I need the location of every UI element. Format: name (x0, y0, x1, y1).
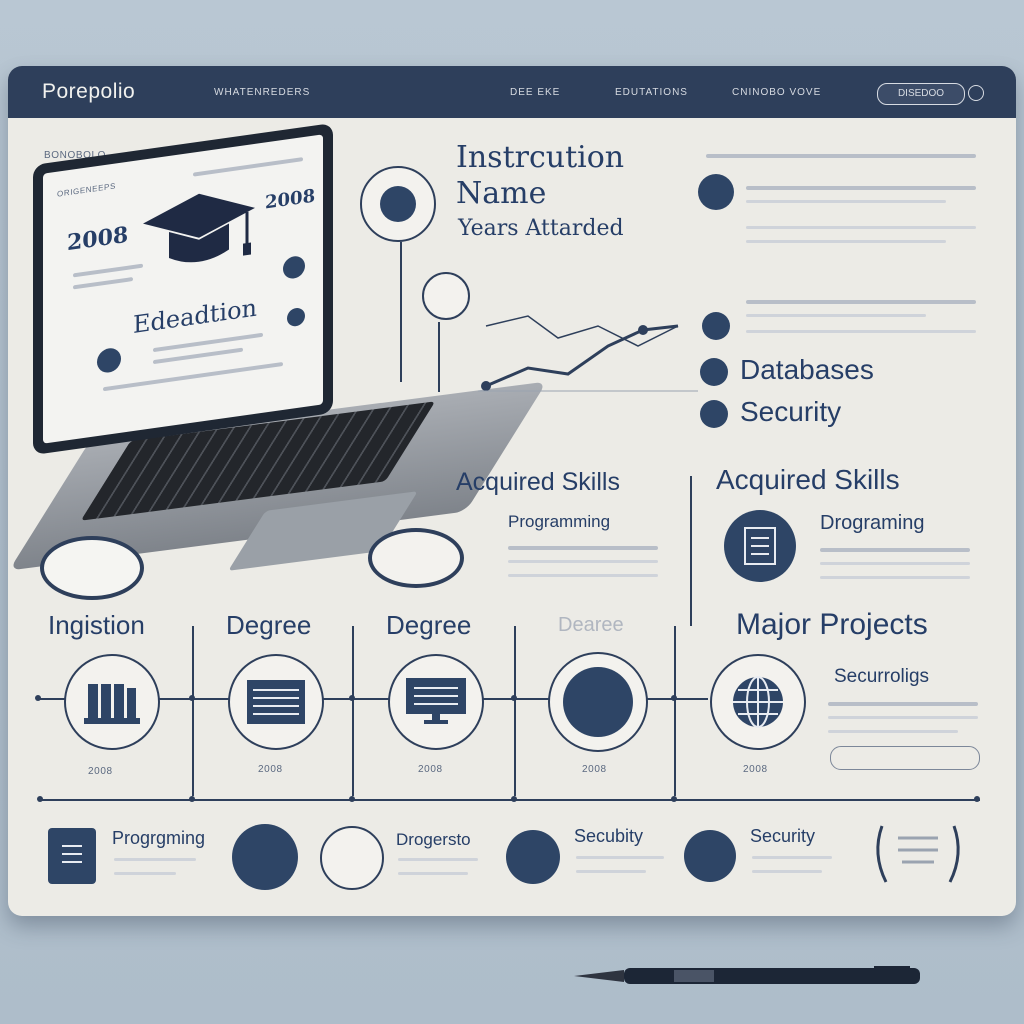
document-list-icon (228, 654, 324, 750)
laurel-wreath-icon (876, 825, 960, 883)
brand-logo[interactable]: Porepolio (42, 80, 135, 104)
screen-year-right: 2008 (265, 185, 316, 214)
notes-icon (48, 828, 96, 884)
seal-icon (548, 652, 648, 752)
screen-button-icon[interactable] (97, 346, 121, 375)
laptop-screen: ORIGENEEPS 2008 2008 Edeadtion (43, 134, 323, 444)
certificate-icon (232, 824, 298, 890)
screen-education-title: Edeadtion (133, 293, 257, 340)
small-node-icon (422, 272, 470, 320)
document-icon (724, 510, 796, 582)
institution-name-line1: Instrcution (456, 140, 625, 175)
bottom-item-1: Progrgming (112, 828, 206, 848)
list-icon (702, 312, 730, 340)
nav-item-1[interactable]: WHATENREDERS (214, 87, 310, 98)
progress-graph (478, 315, 698, 392)
skill-databases: Databases (740, 354, 874, 385)
shield-icon (700, 400, 728, 428)
major-projects-heading: Major Projects (736, 608, 928, 641)
timeline-label-3: Degree (386, 610, 472, 640)
books-icon (64, 654, 160, 750)
security-badge-icon (684, 830, 736, 882)
nav-item-4[interactable]: CNINOBO VOVE (732, 87, 821, 98)
timeline-caption-1: 2008 (88, 766, 113, 777)
clock-icon (40, 536, 144, 600)
pen-icon (574, 966, 920, 984)
acquired-skills-heading-left: Acquired Skills (456, 468, 620, 496)
timeline-label-2: Degree (226, 610, 312, 640)
institution-seal-icon (360, 166, 436, 242)
screen-year-left: 2008 (67, 221, 129, 257)
lock-icon (506, 830, 560, 884)
major-projects-sub: Securroligs (834, 666, 930, 687)
timeline-caption-2: 2008 (258, 764, 283, 775)
timeline-caption-5: 2008 (743, 764, 768, 775)
bottom-item-4: Security (750, 826, 816, 846)
timeline-caption-4: 2008 (582, 764, 607, 775)
monitor-icon (388, 654, 484, 750)
acquired-skills-heading-right: Acquired Skills (716, 464, 900, 495)
toggle-icon[interactable] (968, 85, 984, 101)
graduation-cap-icon (143, 193, 255, 263)
timeline-caption-3: 2008 (418, 764, 443, 775)
database-icon (700, 358, 728, 386)
years-attended: Years Attarded (458, 216, 624, 241)
coaster-icon (368, 528, 464, 588)
skill-security: Security (740, 396, 842, 427)
nav-item-2[interactable]: DEE EKE (510, 87, 560, 98)
screen-top-label: ORIGENEEPS (57, 181, 116, 199)
portfolio-board: Porepolio WHATENREDERS DEE EKE EDUTATION… (8, 66, 1016, 916)
laptop-screen-frame: ORIGENEEPS 2008 2008 Edeadtion (33, 122, 333, 456)
bottom-item-2: Drogersto (396, 830, 471, 849)
screen-side-icon-2[interactable] (287, 306, 305, 328)
details-button[interactable] (830, 746, 980, 770)
nav-item-3[interactable]: EDUTATIONS (615, 87, 688, 98)
bottom-item-3: Secubity (574, 826, 644, 846)
acquired-skills-sub-left: Programming (508, 512, 611, 531)
screen-side-icon[interactable] (283, 254, 305, 280)
globe-icon (710, 654, 806, 750)
timeline-label-1: Ingistion (48, 610, 145, 640)
info-icon (698, 174, 734, 210)
monitor-badge-icon (320, 826, 384, 890)
top-navigation-bar: Porepolio WHATENREDERS DEE EKE EDUTATION… (8, 66, 1016, 118)
acquired-skills-sub-right: Drograming (820, 512, 925, 534)
nav-button[interactable]: DISEDOO (877, 83, 965, 105)
institution-name-line2: Name (456, 176, 547, 211)
timeline-label-4: Dearee (558, 614, 624, 636)
